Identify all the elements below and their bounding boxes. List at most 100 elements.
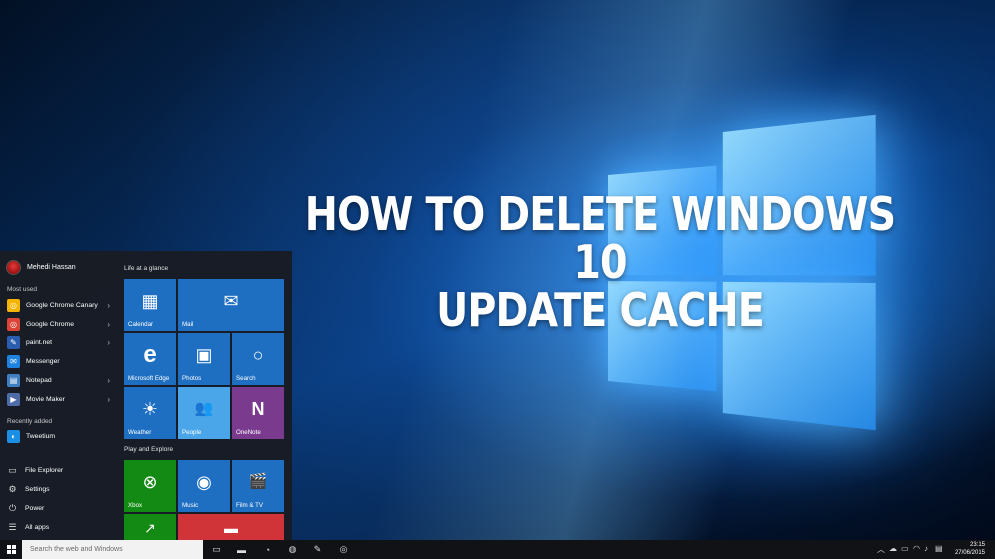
system-label: Power	[25, 505, 45, 512]
clock-time: 23:15	[969, 542, 985, 548]
weather-icon: ☀	[141, 399, 159, 419]
start-menu: Mehedi Hassan Most used ◎ Google Chrome C…	[0, 251, 292, 540]
tile-label: People	[182, 429, 202, 436]
power-icon: ⏻	[8, 503, 17, 513]
chevron-right-icon[interactable]: ›	[107, 301, 110, 310]
system-item[interactable]: ⏻ Power	[4, 499, 116, 518]
tile-label: Music	[182, 502, 199, 509]
spotify-icon[interactable]: ◍	[286, 543, 299, 556]
battery-icon[interactable]: ▭	[901, 544, 909, 553]
photos-icon: ▣	[195, 345, 213, 365]
chevron-up-icon[interactable]: ︿	[877, 544, 885, 555]
search-input[interactable]: Search the web and Windows	[22, 540, 203, 559]
app-label: Movie Maker	[26, 395, 65, 403]
system-label: File Explorer	[25, 467, 64, 474]
headline-line-1: HOW TO DELETE WINDOWS 10	[304, 187, 896, 289]
start-menu-left-column: Mehedi Hassan Most used ◎ Google Chrome C…	[0, 251, 118, 540]
tile-label: Mail	[182, 321, 194, 328]
chart-up-icon: ↗	[144, 520, 156, 536]
start-button[interactable]	[0, 540, 22, 559]
film-icon: 🎬	[248, 473, 268, 490]
most_used-item[interactable]: ◎ Google Chrome Canary ›	[4, 296, 116, 315]
settings-icon: ⚙	[8, 484, 17, 494]
tile-label: Xbox	[128, 502, 143, 509]
app-label: Tweetium	[26, 432, 56, 440]
tile-label: Calendar	[128, 321, 154, 328]
most_used-item[interactable]: ✉ Messenger	[4, 352, 116, 371]
search-icon: ○	[252, 345, 264, 365]
windows-icon	[6, 545, 16, 554]
clock-date: 27/06/2015	[954, 550, 985, 556]
chevron-right-icon[interactable]: ›	[107, 376, 110, 385]
onenote-icon: N	[251, 399, 265, 419]
messenger-icon[interactable]: ◔	[261, 543, 274, 556]
system-tray: ︿ ☁ ▭ ◠ ♪ ▤ 23:15 27/06/2015	[875, 540, 995, 559]
people-icon: 👥	[194, 400, 214, 417]
chrome-icon: ◎	[7, 317, 20, 331]
app-label: Messenger	[26, 358, 60, 366]
tile-calendar[interactable]: ▦ Calendar	[124, 279, 176, 331]
music-icon: ◉	[196, 472, 212, 492]
system-item[interactable]: ☰ All apps	[4, 518, 116, 537]
system-list: ▭ File Explorer ⚙ Settings ⏻ Power ☰ All apps	[4, 461, 116, 537]
most-used-list: ◎ Google Chrome Canary › ◎ Google Chrome › ✎ pa…	[4, 296, 116, 409]
most_used-item[interactable]: ▤ Notepad ›	[4, 371, 116, 390]
tile-label: Search	[236, 375, 256, 382]
recently-added-label: Recently added	[7, 418, 53, 425]
tile-weather[interactable]: ☀ Weather	[124, 387, 176, 439]
tile-music[interactable]: ◉ Music	[178, 460, 230, 512]
clock[interactable]: 23:15 27/06/2015	[955, 541, 985, 557]
chevron-right-icon[interactable]: ›	[107, 338, 110, 347]
chevron-right-icon[interactable]: ›	[107, 320, 110, 329]
xbox-icon: ⊗	[142, 472, 158, 492]
volume-icon[interactable]: ♪	[924, 544, 928, 553]
file-explorer-icon[interactable]: ▬	[235, 543, 248, 556]
calendar-icon: ▦	[141, 291, 159, 311]
most-used-label: Most used	[7, 286, 37, 293]
chrome-canary-icon: ◎	[7, 298, 20, 312]
most_used-item[interactable]: ◎ Google Chrome ›	[4, 315, 116, 334]
system-item[interactable]: ▭ File Explorer	[4, 461, 116, 480]
tile-label: Film & TV	[236, 502, 264, 509]
tile-mail[interactable]: ✉ Mail	[178, 279, 284, 331]
action-center-icon[interactable]: ▤	[935, 544, 943, 553]
system-item[interactable]: ⚙ Settings	[4, 480, 116, 499]
tile-xbox[interactable]: ⊗ Xbox	[124, 460, 176, 512]
recently_added-item[interactable]: ◐ Tweetium	[4, 427, 116, 446]
edge-icon: e	[143, 341, 157, 368]
cloud-icon[interactable]: ☁	[889, 544, 897, 553]
system-label: Settings	[25, 486, 50, 493]
user-account[interactable]: Mehedi Hassan	[6, 260, 76, 275]
user-name: Mehedi Hassan	[27, 264, 76, 271]
tile-people[interactable]: 👥 People	[178, 387, 230, 439]
mail-icon: ✉	[223, 291, 239, 311]
system-label: All apps	[25, 524, 50, 531]
chrome-canary-icon[interactable]: ◎	[337, 543, 350, 556]
tile-label: Microsoft Edge	[128, 375, 170, 382]
tile-money[interactable]: ↗	[124, 514, 176, 540]
tile-news[interactable]: ▬	[178, 514, 284, 540]
start-menu-tiles: Life at a glance ▦ Calendar ✉ Mail e Mic…	[118, 251, 292, 540]
news-icon: ▬	[224, 520, 238, 536]
tile-onenote[interactable]: N OneNote	[232, 387, 284, 439]
task-view-icon[interactable]: ▭	[210, 543, 223, 556]
taskbar: Search the web and Windows ▭ ▬ ◔ ◍ ✎ ◎ ︿ ☁ ▭ …	[0, 540, 995, 559]
movie-maker-icon: ▶	[7, 392, 20, 406]
tile-photos[interactable]: ▣ Photos	[178, 333, 230, 385]
tile-film-tv[interactable]: 🎬 Film & TV	[232, 460, 284, 512]
avatar	[6, 260, 21, 275]
most_used-item[interactable]: ▶ Movie Maker ›	[4, 390, 116, 409]
paint-net-icon[interactable]: ✎	[311, 543, 324, 556]
app-label: Google Chrome Canary	[26, 301, 98, 309]
tile-microsoft-edge[interactable]: e Microsoft Edge	[124, 333, 176, 385]
chevron-right-icon[interactable]: ›	[107, 395, 110, 404]
messenger-icon: ✉	[7, 355, 20, 369]
tile-label: OneNote	[236, 429, 261, 436]
recently-added-list: ◐ Tweetium	[4, 427, 116, 446]
wifi-icon[interactable]: ◠	[913, 544, 920, 553]
tile-search[interactable]: ○ Search	[232, 333, 284, 385]
file-explorer-icon: ▭	[8, 465, 17, 475]
most_used-item[interactable]: ✎ paint.net ›	[4, 334, 116, 353]
app-label: Google Chrome	[26, 320, 74, 328]
notepad-icon: ▤	[7, 374, 20, 388]
